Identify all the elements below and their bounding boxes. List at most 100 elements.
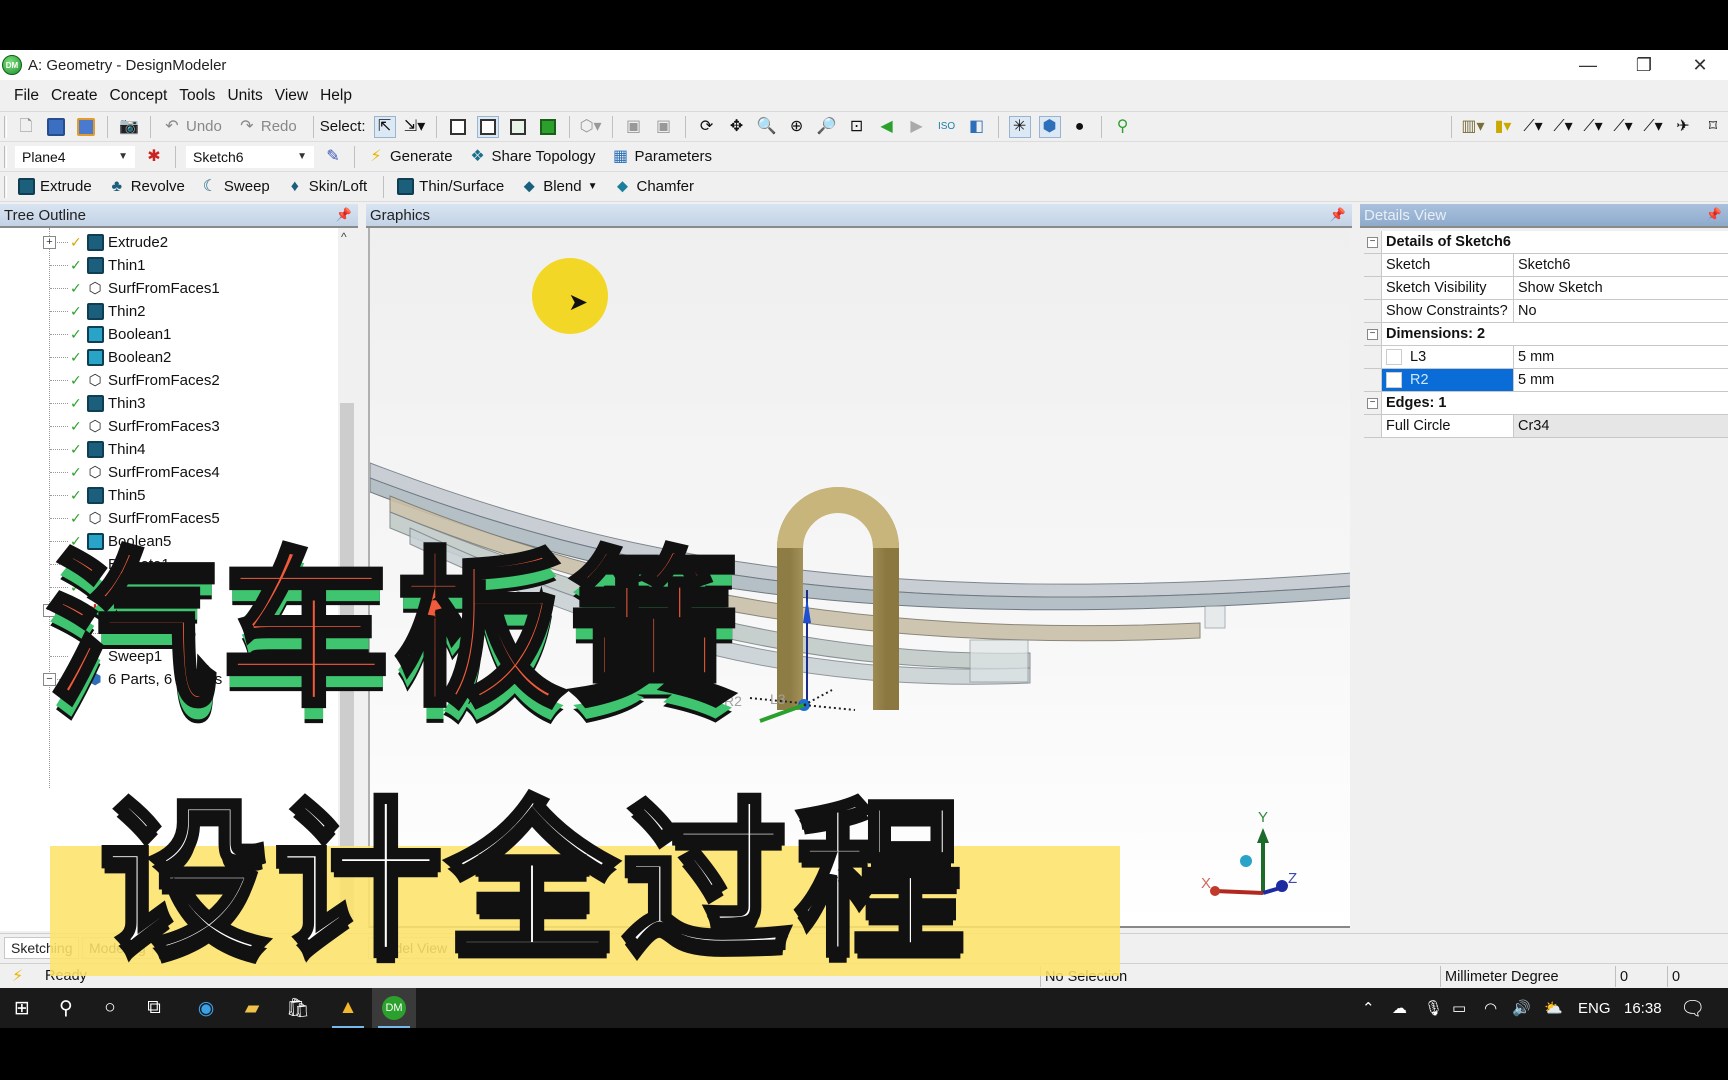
select-mode-dropdown-icon[interactable]: ⇲▾ xyxy=(404,116,426,138)
tree-item-extrude2[interactable]: ✓ Extrude2 xyxy=(70,231,168,253)
notifications-icon[interactable]: 🗨 xyxy=(1680,988,1705,1028)
details-row[interactable]: Sketch Sketch6 xyxy=(1364,254,1728,277)
box-select-2-icon[interactable]: ▣ xyxy=(653,116,675,138)
details-value[interactable]: No xyxy=(1514,300,1728,322)
search-button[interactable]: ⚲ xyxy=(44,988,88,1028)
point-tool-icon[interactable]: ⌑ xyxy=(1702,116,1724,138)
extend-selection-icon[interactable]: ⬡▾ xyxy=(580,116,602,138)
parameter-checkbox[interactable] xyxy=(1386,372,1402,388)
tree-item-surffromfaces2[interactable]: ✓ ⬡ SurfFromFaces2 xyxy=(70,369,220,391)
minimize-button[interactable]: — xyxy=(1560,50,1616,80)
language-indicator[interactable]: ENG xyxy=(1578,988,1611,1028)
edge-browser-button[interactable]: ◉ xyxy=(184,988,228,1028)
menu-file[interactable]: File xyxy=(14,87,39,105)
microphone-icon[interactable]: 🎙 xyxy=(1424,988,1443,1028)
plane-dropdown[interactable]: Plane4 ▼ xyxy=(15,145,135,168)
menu-view[interactable]: View xyxy=(275,87,308,105)
zoom-fit-icon[interactable]: ⊡ xyxy=(846,116,868,138)
pin-tool-icon[interactable]: ✈ xyxy=(1672,116,1694,138)
details-row[interactable]: Show Constraints? No xyxy=(1364,300,1728,323)
details-row[interactable]: Sketch Visibility Show Sketch xyxy=(1364,277,1728,300)
edge-row[interactable]: Full Circle Cr34 xyxy=(1364,415,1728,438)
restore-button[interactable]: ❐ xyxy=(1616,50,1672,80)
box-select-icon[interactable]: ▣ xyxy=(623,116,645,138)
pin-icon[interactable]: 📌 xyxy=(1330,207,1346,223)
skin-loft-button[interactable]: ♦ Skin/Loft xyxy=(280,176,367,198)
select-edges-icon[interactable] xyxy=(476,115,499,138)
redo-button[interactable]: ↷ Redo xyxy=(232,116,297,138)
generate-button[interactable]: ⚡ Generate xyxy=(361,146,452,168)
tree-item-boolean1[interactable]: ✓ Boolean1 xyxy=(70,323,171,345)
battery-icon[interactable]: ▭ xyxy=(1452,988,1466,1028)
tree-item-thin4[interactable]: ✓ Thin4 xyxy=(70,438,146,460)
edge-display-dropdown-icon[interactable]: ▮▾ xyxy=(1492,116,1514,138)
cortana-button[interactable]: ○ xyxy=(88,988,132,1028)
zoom-icon[interactable]: 🔍 xyxy=(756,116,778,138)
parameters-button[interactable]: ▦ Parameters xyxy=(606,146,712,168)
tree-item-thin1[interactable]: ✓ Thin1 xyxy=(70,254,146,276)
screenshot-camera-icon[interactable]: 📷 xyxy=(118,116,140,138)
sweep-button[interactable]: ☾ Sweep xyxy=(195,176,270,198)
new-sketch-icon[interactable]: ✎ xyxy=(322,146,344,168)
previous-view-icon[interactable]: ◀ xyxy=(876,116,898,138)
file-explorer-button[interactable]: ▰ xyxy=(230,988,274,1028)
display-plane-icon[interactable]: ◧ xyxy=(966,116,988,138)
display-model-icon[interactable]: ⬢ xyxy=(1038,115,1061,138)
new-file-icon[interactable]: 🗋 xyxy=(15,116,37,138)
menu-units[interactable]: Units xyxy=(227,87,262,105)
volume-icon[interactable]: 🔊 xyxy=(1512,988,1531,1028)
revolve-button[interactable]: ♣ Revolve xyxy=(102,176,184,198)
share-topology-button[interactable]: ❖ Share Topology xyxy=(463,146,595,168)
pin-icon[interactable]: 📌 xyxy=(336,207,352,223)
menu-create[interactable]: Create xyxy=(51,87,98,105)
menu-help[interactable]: Help xyxy=(320,87,352,105)
rotate-icon[interactable]: ⟳ xyxy=(696,116,718,138)
dimension-label-l3[interactable]: L3 xyxy=(770,691,786,707)
details-value[interactable]: Show Sketch xyxy=(1514,277,1728,299)
chevron-down-icon[interactable]: ▼ xyxy=(588,181,598,192)
menu-tools[interactable]: Tools xyxy=(179,87,215,105)
new-plane-icon[interactable]: ✱ xyxy=(143,146,165,168)
tree-item-boolean2[interactable]: ✓ Boolean2 xyxy=(70,346,171,368)
pin-icon[interactable]: 📌 xyxy=(1706,207,1722,223)
clock[interactable]: 16:38 xyxy=(1624,988,1662,1028)
extrude-button[interactable]: Extrude xyxy=(11,176,92,198)
dimension-row-r2[interactable]: R2 5 mm xyxy=(1364,369,1728,392)
onedrive-icon[interactable]: ☁ xyxy=(1392,988,1407,1028)
iso-view-icon[interactable]: ISO xyxy=(936,116,958,138)
toolbar-grip[interactable] xyxy=(4,115,7,138)
menu-concept[interactable]: Concept xyxy=(110,87,168,105)
toolbar-grip[interactable] xyxy=(4,145,7,168)
details-value[interactable]: Sketch6 xyxy=(1514,254,1728,276)
select-faces-icon[interactable] xyxy=(507,116,529,138)
zoom-in-icon[interactable]: ⊕ xyxy=(786,116,808,138)
tree-item-thin3[interactable]: ✓ Thin3 xyxy=(70,392,146,414)
task-view-button[interactable]: ⧉ xyxy=(132,988,176,1028)
select-points-icon[interactable] xyxy=(447,116,469,138)
toolbar-grip[interactable] xyxy=(4,175,7,198)
tree-item-thin2[interactable]: ✓ Thin2 xyxy=(70,300,146,322)
blend-button[interactable]: ⬥ Blend ▼ xyxy=(514,176,598,198)
tree-item-surffromfaces3[interactable]: ✓ ⬡ SurfFromFaces3 xyxy=(70,415,220,437)
display-point-icon[interactable]: ● xyxy=(1069,116,1091,138)
collapse-icon[interactable]: − xyxy=(1367,397,1378,409)
select-bodies-icon[interactable] xyxy=(537,116,559,138)
sketch-dropdown[interactable]: Sketch6 ▼ xyxy=(186,145,314,168)
store-button[interactable]: 🛍 xyxy=(276,988,320,1028)
cloud-upload-icon[interactable]: ⛅ xyxy=(1544,988,1563,1028)
start-button[interactable]: ⊞ xyxy=(0,988,44,1028)
dimension-value[interactable]: 5 mm xyxy=(1514,346,1728,368)
tree-item-surffromfaces4[interactable]: ✓ ⬡ SurfFromFaces4 xyxy=(70,461,220,483)
close-button[interactable]: ✕ xyxy=(1672,50,1728,80)
zoom-box-icon[interactable]: 🔎 xyxy=(816,116,838,138)
constraint-1-icon[interactable]: ⟋▾ xyxy=(1552,116,1574,138)
single-select-icon[interactable]: ⇱ xyxy=(373,115,396,138)
next-view-icon[interactable]: ▶ xyxy=(906,116,928,138)
thin-surface-button[interactable]: Thin/Surface xyxy=(390,176,504,198)
chamfer-button[interactable]: ⬥ Chamfer xyxy=(607,176,694,198)
expand-icon[interactable]: + xyxy=(43,236,56,249)
face-display-dropdown-icon[interactable]: ▥▾ xyxy=(1461,116,1484,138)
undo-button[interactable]: ↶ Undo xyxy=(157,116,222,138)
constraint-3-icon[interactable]: ⟋▾ xyxy=(1612,116,1634,138)
show-hidden-icons[interactable]: ⌃ xyxy=(1362,988,1375,1028)
